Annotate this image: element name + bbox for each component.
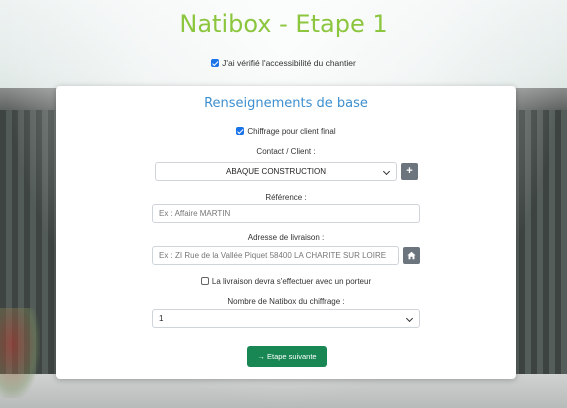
accessibility-checkbox-row[interactable]: J'ai vérifié l'accessibilité du chantier bbox=[0, 58, 567, 68]
home-icon bbox=[407, 251, 416, 260]
reference-placeholder: Ex : Affaire MARTIN bbox=[159, 209, 231, 218]
final-client-checkbox[interactable] bbox=[236, 127, 245, 135]
address-label: Adresse de livraison : bbox=[247, 233, 325, 242]
contact-label: Contact / Client : bbox=[256, 147, 316, 156]
porter-checkbox-row[interactable]: La livraison devra s'effectuer avec un p… bbox=[56, 277, 516, 286]
final-client-checkbox-row[interactable]: Chiffrage pour client final bbox=[56, 127, 516, 136]
quantity-label: Nombre de Natibox du chiffrage : bbox=[227, 297, 345, 306]
contact-select[interactable]: ABAQUE CONSTRUCTION bbox=[155, 162, 397, 181]
address-input[interactable]: Ex : ZI Rue de la Vallée Piquet 58400 LA… bbox=[152, 246, 399, 265]
reference-input[interactable]: Ex : Affaire MARTIN bbox=[152, 204, 420, 223]
porter-checkbox[interactable] bbox=[200, 277, 209, 285]
card-title: Renseignements de base bbox=[204, 96, 368, 111]
add-contact-button[interactable]: + bbox=[401, 163, 418, 180]
porter-checkbox-label: La livraison devra s'effectuer avec un p… bbox=[211, 277, 372, 286]
accessibility-checkbox-label: J'ai vérifié l'accessibilité du chantier bbox=[222, 58, 356, 68]
address-home-button[interactable] bbox=[403, 247, 420, 264]
chevron-down-icon bbox=[382, 167, 391, 176]
quantity-select-value: 1 bbox=[159, 314, 164, 323]
address-placeholder: Ex : ZI Rue de la Vallée Piquet 58400 LA… bbox=[159, 251, 387, 260]
next-step-button-label: Etape suivante bbox=[266, 352, 317, 361]
final-client-checkbox-label: Chiffrage pour client final bbox=[247, 127, 336, 136]
base-info-card: Renseignements de base Chiffrage pour cl… bbox=[56, 86, 516, 379]
quantity-select[interactable]: 1 bbox=[152, 309, 420, 328]
reference-label: Référence : bbox=[265, 193, 307, 202]
contact-select-value: ABAQUE CONSTRUCTION bbox=[225, 167, 326, 176]
next-step-button[interactable]: → Etape suivante bbox=[247, 346, 327, 367]
chevron-down-icon bbox=[405, 314, 414, 323]
page-title: Natibox - Etape 1 bbox=[179, 10, 388, 38]
plus-icon: + bbox=[406, 165, 413, 177]
accessibility-checkbox[interactable] bbox=[211, 59, 220, 67]
arrow-right-icon: → bbox=[257, 352, 265, 361]
